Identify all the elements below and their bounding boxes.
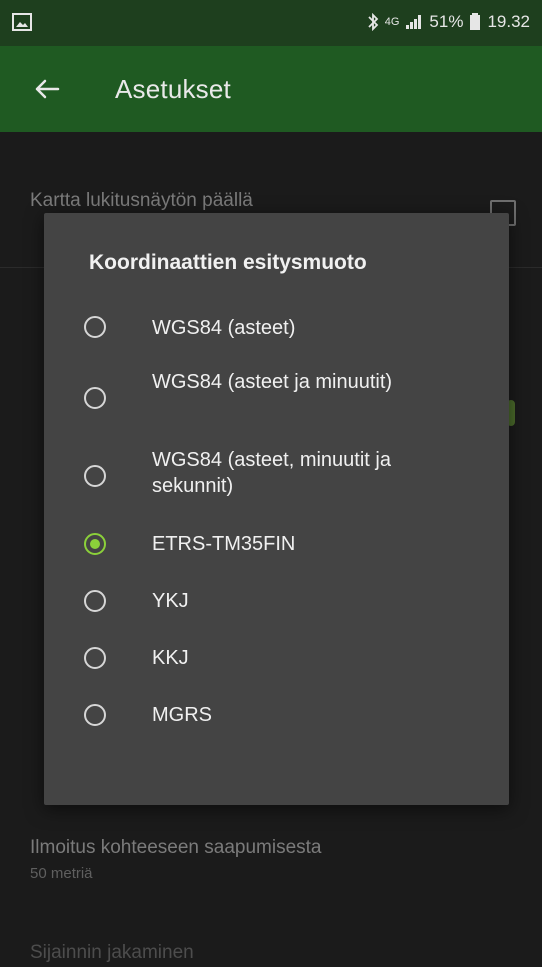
- option-mgrs[interactable]: MGRS: [44, 690, 509, 740]
- option-wgs84-degrees[interactable]: WGS84 (asteet): [44, 303, 509, 353]
- option-label: ETRS-TM35FIN: [152, 533, 296, 555]
- option-ykj[interactable]: YKJ: [44, 576, 509, 626]
- page-title: Asetukset: [115, 74, 231, 104]
- setting-map-lock[interactable]: Kartta lukitusnäytön päällä: [30, 190, 510, 212]
- battery-percent: 51%: [429, 12, 464, 31]
- setting-value: 50 metriä: [30, 865, 93, 882]
- battery-icon: [470, 13, 481, 30]
- radio-button[interactable]: [84, 316, 106, 338]
- option-label: MGRS: [152, 704, 212, 726]
- option-etrs-tm35fin[interactable]: ETRS-TM35FIN: [44, 519, 509, 569]
- radio-button-selected[interactable]: [84, 533, 106, 555]
- option-wgs84-degrees-minutes-seconds[interactable]: WGS84 (asteet, minuutit ja sekunnit): [44, 441, 509, 511]
- setting-location-sharing[interactable]: Sijainnin jakaminen: [30, 942, 510, 964]
- radio-button[interactable]: [84, 387, 106, 409]
- setting-arrival-notification[interactable]: Ilmoitus kohteeseen saapumisesta 50 metr…: [30, 837, 510, 882]
- radio-button[interactable]: [84, 704, 106, 726]
- clock: 19.32: [487, 12, 530, 31]
- setting-label: Kartta lukitusnäytön päällä: [30, 190, 253, 211]
- option-label: WGS84 (asteet, minuutit ja sekunnit): [152, 449, 391, 497]
- back-arrow-icon[interactable]: [32, 74, 62, 104]
- status-bar: 4G 51% 19.32: [0, 0, 542, 46]
- option-label: WGS84 (asteet): [152, 317, 296, 339]
- bluetooth-icon: [368, 13, 379, 31]
- option-label: YKJ: [152, 590, 189, 612]
- signal-icon: [406, 15, 422, 29]
- option-label: WGS84 (asteet ja minuutit): [152, 371, 393, 393]
- dialog-title: Koordinaattien esitysmuoto: [89, 251, 367, 274]
- radio-button[interactable]: [84, 465, 106, 487]
- setting-label: Sijainnin jakaminen: [30, 942, 194, 963]
- option-label: KKJ: [152, 647, 189, 669]
- app-bar: Asetukset: [0, 46, 542, 132]
- radio-button[interactable]: [84, 590, 106, 612]
- option-kkj[interactable]: KKJ: [44, 633, 509, 683]
- setting-label: Ilmoitus kohteeseen saapumisesta: [30, 837, 322, 858]
- radio-button[interactable]: [84, 647, 106, 669]
- image-notification-icon: [12, 13, 32, 31]
- coordinate-format-dialog: Koordinaattien esitysmuoto WGS84 (asteet…: [44, 213, 509, 805]
- network-type: 4G: [384, 16, 400, 28]
- option-wgs84-degrees-minutes[interactable]: WGS84 (asteet ja minuutit): [44, 363, 509, 433]
